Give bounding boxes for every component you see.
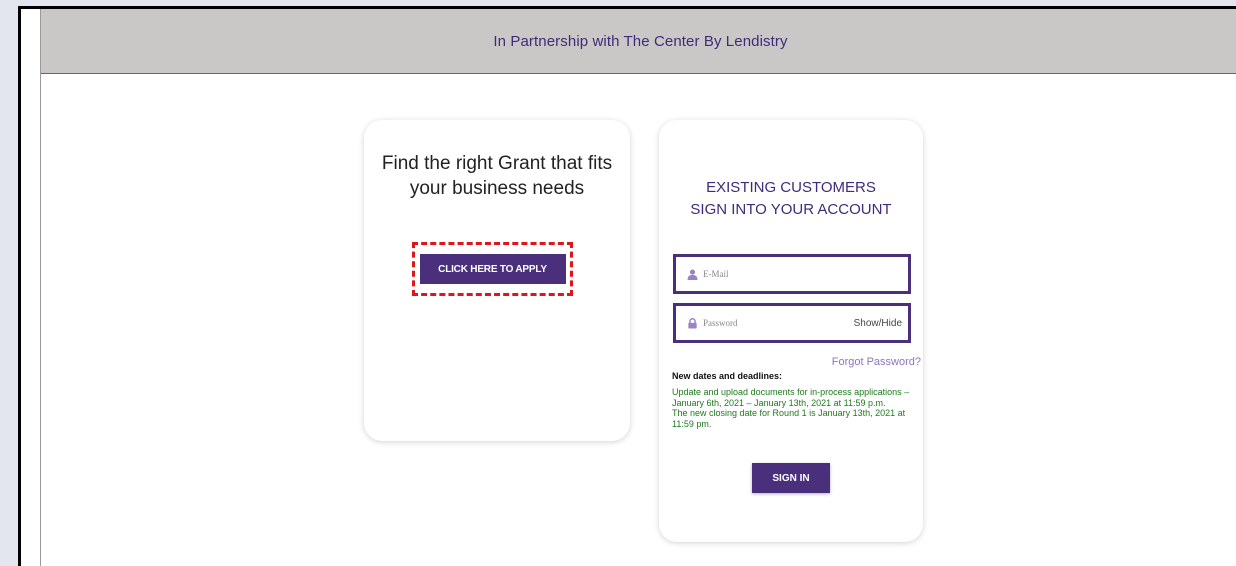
page-frame: In Partnership with The Center By Lendis… <box>18 6 1236 566</box>
notice-line-1: Update and upload documents for in-proce… <box>672 387 910 408</box>
notice-heading: New dates and deadlines: <box>672 371 783 381</box>
password-input[interactable] <box>703 318 854 328</box>
login-title: EXISTING CUSTOMERS SIGN INTO YOUR ACCOUN… <box>659 177 923 221</box>
partnership-banner: In Partnership with The Center By Lendis… <box>41 9 1236 74</box>
notice-line-2: The new closing date for Round 1 is Janu… <box>672 408 906 429</box>
notice-text: Update and upload documents for in-proce… <box>672 387 912 429</box>
grant-heading: Find the right Grant that fits your busi… <box>381 153 613 199</box>
show-hide-toggle[interactable]: Show/Hide <box>854 318 902 329</box>
sign-in-button[interactable]: SIGN IN <box>752 463 830 493</box>
apply-button[interactable]: CLICK HERE TO APPLY <box>419 254 566 284</box>
grant-card: Find the right Grant that fits your busi… <box>364 120 630 441</box>
lock-icon <box>685 317 699 329</box>
apply-highlight-box: CLICK HERE TO APPLY <box>412 242 573 296</box>
user-icon <box>685 269 699 280</box>
login-title-line1: EXISTING CUSTOMERS <box>706 179 876 196</box>
page-content: In Partnership with The Center By Lendis… <box>40 9 1236 566</box>
email-input[interactable] <box>703 269 908 279</box>
login-title-line2: SIGN INTO YOUR ACCOUNT <box>690 201 892 218</box>
email-field[interactable] <box>673 254 911 294</box>
banner-text: In Partnership with The Center By Lendis… <box>493 32 788 50</box>
login-card: EXISTING CUSTOMERS SIGN INTO YOUR ACCOUN… <box>659 120 923 542</box>
forgot-password-link[interactable]: Forgot Password? <box>832 356 921 368</box>
password-field[interactable]: Show/Hide <box>673 303 911 343</box>
